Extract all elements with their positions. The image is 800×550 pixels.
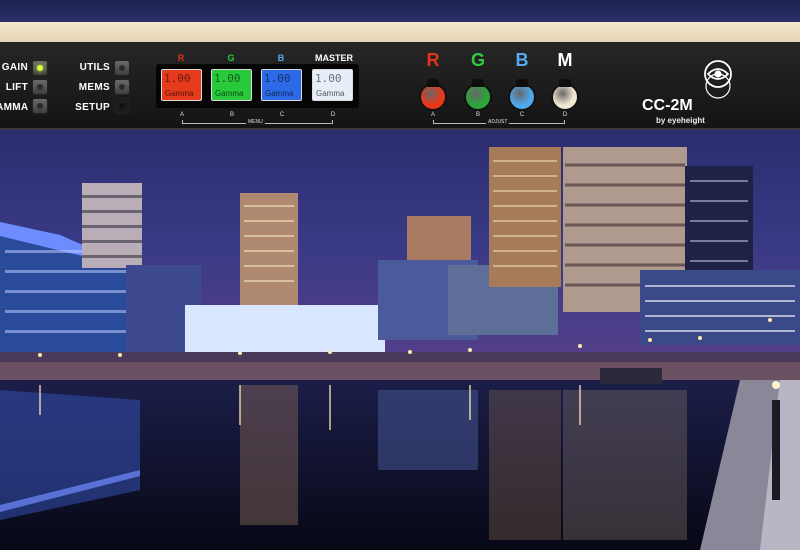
knob-label-b: B bbox=[515, 50, 529, 70]
utils-label: UTILS bbox=[79, 62, 110, 73]
lcd-screen-g[interactable]: 1.00 Gamma bbox=[211, 69, 252, 101]
lcd-value: 1.00 bbox=[214, 72, 241, 85]
setup-label: SETUP bbox=[75, 102, 110, 113]
lift-label: LIFT bbox=[5, 82, 28, 93]
lcd-param: Gamma bbox=[316, 89, 345, 98]
mems-button[interactable] bbox=[114, 79, 130, 95]
gain-button[interactable] bbox=[32, 60, 48, 76]
knob-label-r: R bbox=[426, 50, 440, 70]
lcd-screen-r[interactable]: 1.00 Gamma bbox=[161, 69, 202, 101]
master-adjust-knob[interactable] bbox=[551, 79, 579, 111]
panel-top-edge bbox=[0, 22, 800, 42]
adjust-letter-a: A bbox=[430, 112, 435, 118]
gamma-button[interactable] bbox=[32, 98, 48, 114]
menu-display: 1.00 Gamma 1.00 Gamma 1.00 Gamma 1.00 Ga… bbox=[156, 64, 359, 108]
model-name: CC-2M bbox=[642, 97, 693, 114]
lcd-value: 1.00 bbox=[315, 72, 342, 85]
lcd-value: 1.00 bbox=[264, 72, 291, 85]
green-adjust-knob[interactable] bbox=[464, 79, 492, 111]
adjust-letter-d: D bbox=[562, 112, 568, 118]
knob-label-g: G bbox=[470, 50, 485, 70]
menu-letter-b: B bbox=[229, 112, 234, 118]
lcd-screen-master[interactable]: 1.00 Gamma bbox=[312, 69, 353, 101]
mems-label: MEMS bbox=[78, 82, 110, 93]
control-panel: GAIN LIFT GAMMA UTILS MEMS SETUP R G B M… bbox=[0, 42, 800, 130]
maker-name: by eyeheight bbox=[656, 116, 705, 125]
menu-header-b: B bbox=[277, 53, 285, 63]
lcd-param: Gamma bbox=[165, 89, 194, 98]
blue-adjust-knob[interactable] bbox=[508, 79, 536, 111]
lift-button[interactable] bbox=[32, 79, 48, 95]
gamma-label: GAMMA bbox=[0, 102, 29, 113]
top-strip bbox=[0, 0, 800, 22]
menu-header-master: MASTER bbox=[315, 53, 353, 63]
adjust-group-label: ADJUST bbox=[486, 119, 510, 125]
utils-button[interactable] bbox=[114, 60, 130, 76]
adjust-letter-c: C bbox=[519, 112, 525, 118]
menu-header-g: G bbox=[227, 53, 235, 63]
lcd-param: Gamma bbox=[265, 89, 294, 98]
gain-label: GAIN bbox=[1, 62, 28, 73]
menu-letter-c: C bbox=[279, 112, 285, 118]
menu-group-label: MENU bbox=[246, 119, 265, 125]
adjust-letter-b: B bbox=[475, 112, 480, 118]
setup-button[interactable] bbox=[114, 98, 130, 114]
lcd-value: 1.00 bbox=[164, 72, 191, 85]
menu-header-r: R bbox=[177, 53, 185, 63]
menu-letter-a: A bbox=[179, 112, 184, 118]
lcd-screen-b[interactable]: 1.00 Gamma bbox=[261, 69, 302, 101]
eyeheight-logo-icon bbox=[704, 60, 732, 99]
menu-letter-d: D bbox=[330, 112, 336, 118]
lcd-param: Gamma bbox=[215, 89, 244, 98]
red-adjust-knob[interactable] bbox=[419, 79, 447, 111]
knob-label-m: M bbox=[557, 50, 573, 70]
